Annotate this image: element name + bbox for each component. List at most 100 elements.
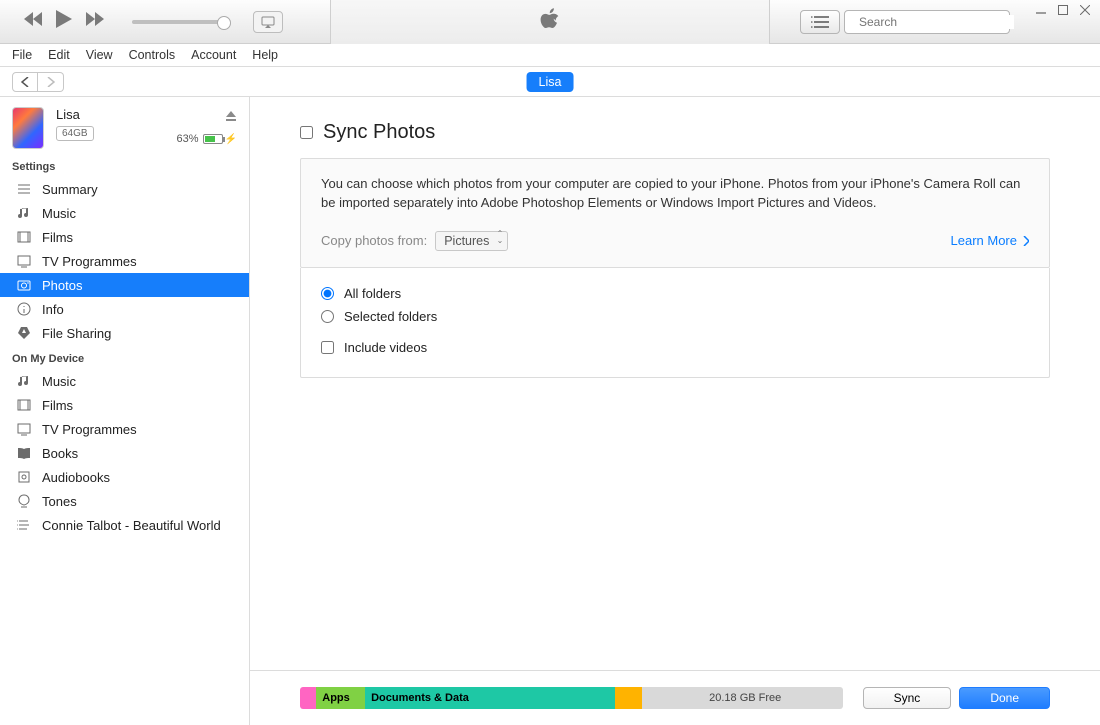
sidebar-icon xyxy=(16,445,32,461)
sidebar: Lisa 64GB 63% ⚡ Settings Summary Music Fil… xyxy=(0,97,250,725)
sidebar-item-info[interactable]: Info xyxy=(0,297,249,321)
sidebar-icon xyxy=(16,421,32,437)
device-thumbnail-icon xyxy=(12,107,44,149)
content-pane: Sync Photos You can choose which photos … xyxy=(250,97,1100,725)
sidebar-icon xyxy=(16,253,32,269)
device-header: Lisa 64GB 63% ⚡ xyxy=(0,97,249,153)
sidebar-section-on-device: On My Device xyxy=(0,345,249,369)
battery-percent: 63% xyxy=(177,133,199,145)
sidebar-item-label: File Sharing xyxy=(42,326,111,341)
sidebar-item-file-sharing[interactable]: File Sharing xyxy=(0,321,249,345)
sidebar-icon xyxy=(16,325,32,341)
list-view-button[interactable] xyxy=(800,10,840,34)
sidebar-item-tv-programmes[interactable]: TV Programmes xyxy=(0,249,249,273)
device-item-films[interactable]: Films xyxy=(0,393,249,417)
label-all-folders: All folders xyxy=(344,286,401,301)
menu-controls[interactable]: Controls xyxy=(129,48,176,62)
radio-selected-folders[interactable] xyxy=(321,310,334,323)
search-input[interactable] xyxy=(859,15,1014,29)
info-box: You can choose which photos from your co… xyxy=(300,158,1050,268)
sidebar-section-settings: Settings xyxy=(0,153,249,177)
minimize-icon[interactable] xyxy=(1032,2,1050,18)
copy-photos-label: Copy photos from: xyxy=(321,233,427,248)
play-icon[interactable] xyxy=(56,10,72,33)
sidebar-item-label: Connie Talbot - Beautiful World xyxy=(42,518,221,533)
previous-track-icon[interactable] xyxy=(24,12,42,31)
sidebar-item-label: Info xyxy=(42,302,64,317)
apple-logo-icon xyxy=(540,8,560,37)
sidebar-item-label: Books xyxy=(42,446,78,461)
volume-slider[interactable] xyxy=(132,20,225,24)
learn-more-link[interactable]: Learn More xyxy=(951,233,1029,248)
sidebar-item-photos[interactable]: Photos xyxy=(0,273,249,297)
sidebar-item-label: TV Programmes xyxy=(42,254,137,269)
sidebar-item-label: Tones xyxy=(42,494,77,509)
done-button[interactable]: Done xyxy=(959,687,1050,709)
menu-file[interactable]: File xyxy=(12,48,32,62)
sidebar-item-label: Summary xyxy=(42,182,98,197)
sidebar-item-films[interactable]: Films xyxy=(0,225,249,249)
next-track-icon[interactable] xyxy=(86,12,104,31)
menu-account[interactable]: Account xyxy=(191,48,236,62)
menu-bar: File Edit View Controls Account Help xyxy=(0,44,1100,67)
info-text: You can choose which photos from your co… xyxy=(321,175,1029,213)
option-include-videos[interactable]: Include videos xyxy=(321,336,1029,359)
sync-button[interactable]: Sync xyxy=(863,687,952,709)
copy-photos-select[interactable]: Pictures xyxy=(435,231,508,251)
airplay-button[interactable] xyxy=(253,11,283,33)
close-icon[interactable] xyxy=(1076,2,1094,18)
options-box: All folders Selected folders Include vid… xyxy=(300,268,1050,378)
label-selected-folders: Selected folders xyxy=(344,309,437,324)
sidebar-item-summary[interactable]: Summary xyxy=(0,177,249,201)
menu-help[interactable]: Help xyxy=(252,48,278,62)
eject-icon[interactable] xyxy=(225,109,237,127)
sidebar-item-music[interactable]: Music xyxy=(0,201,249,225)
sidebar-icon xyxy=(16,493,32,509)
learn-more-label: Learn More xyxy=(951,233,1017,248)
checkbox-include-videos[interactable] xyxy=(321,341,334,354)
charging-indicator-icon: ⚡ xyxy=(225,134,237,145)
lcd-display xyxy=(330,0,770,44)
device-item-tones[interactable]: Tones xyxy=(0,489,249,513)
sidebar-item-label: Films xyxy=(42,398,73,413)
battery-icon xyxy=(203,134,223,144)
radio-all-folders[interactable] xyxy=(321,287,334,300)
device-item-audiobooks[interactable]: Audiobooks xyxy=(0,465,249,489)
sidebar-icon xyxy=(16,469,32,485)
storage-segment: Documents & Data xyxy=(365,687,615,709)
device-name: Lisa xyxy=(56,107,237,122)
nav-bar: Lisa xyxy=(0,67,1100,97)
storage-segment: 20.18 GB Free xyxy=(642,687,843,709)
option-selected-folders[interactable]: Selected folders xyxy=(321,305,1029,328)
bottom-bar: AppsDocuments & Data 20.18 GB Free Sync D… xyxy=(250,670,1100,725)
search-field[interactable] xyxy=(844,10,1010,34)
device-item-connie-talbot-beautiful-world[interactable]: Connie Talbot - Beautiful World xyxy=(0,513,249,537)
option-all-folders[interactable]: All folders xyxy=(321,282,1029,305)
sidebar-icon xyxy=(16,301,32,317)
device-item-tv-programmes[interactable]: TV Programmes xyxy=(0,417,249,441)
device-item-music[interactable]: Music xyxy=(0,369,249,393)
page-title: Sync Photos xyxy=(323,121,435,144)
device-item-books[interactable]: Books xyxy=(0,441,249,465)
sidebar-item-label: Films xyxy=(42,230,73,245)
window-controls xyxy=(1032,2,1094,18)
chevron-right-icon xyxy=(1023,236,1029,246)
device-pill[interactable]: Lisa xyxy=(527,72,574,92)
sidebar-icon xyxy=(16,181,32,197)
forward-button[interactable] xyxy=(38,72,64,92)
storage-segment: Apps xyxy=(316,687,365,709)
device-capacity-badge: 64GB xyxy=(56,126,94,141)
sidebar-icon xyxy=(16,517,32,533)
sidebar-item-label: Music xyxy=(42,374,76,389)
menu-edit[interactable]: Edit xyxy=(48,48,70,62)
player-toolbar xyxy=(0,0,1100,44)
back-button[interactable] xyxy=(12,72,38,92)
sidebar-item-label: TV Programmes xyxy=(42,422,137,437)
menu-view[interactable]: View xyxy=(86,48,113,62)
sidebar-icon xyxy=(16,373,32,389)
maximize-icon[interactable] xyxy=(1054,2,1072,18)
storage-segment xyxy=(615,687,642,709)
sidebar-item-label: Music xyxy=(42,206,76,221)
sidebar-icon xyxy=(16,277,32,293)
sync-photos-checkbox[interactable] xyxy=(300,126,313,139)
